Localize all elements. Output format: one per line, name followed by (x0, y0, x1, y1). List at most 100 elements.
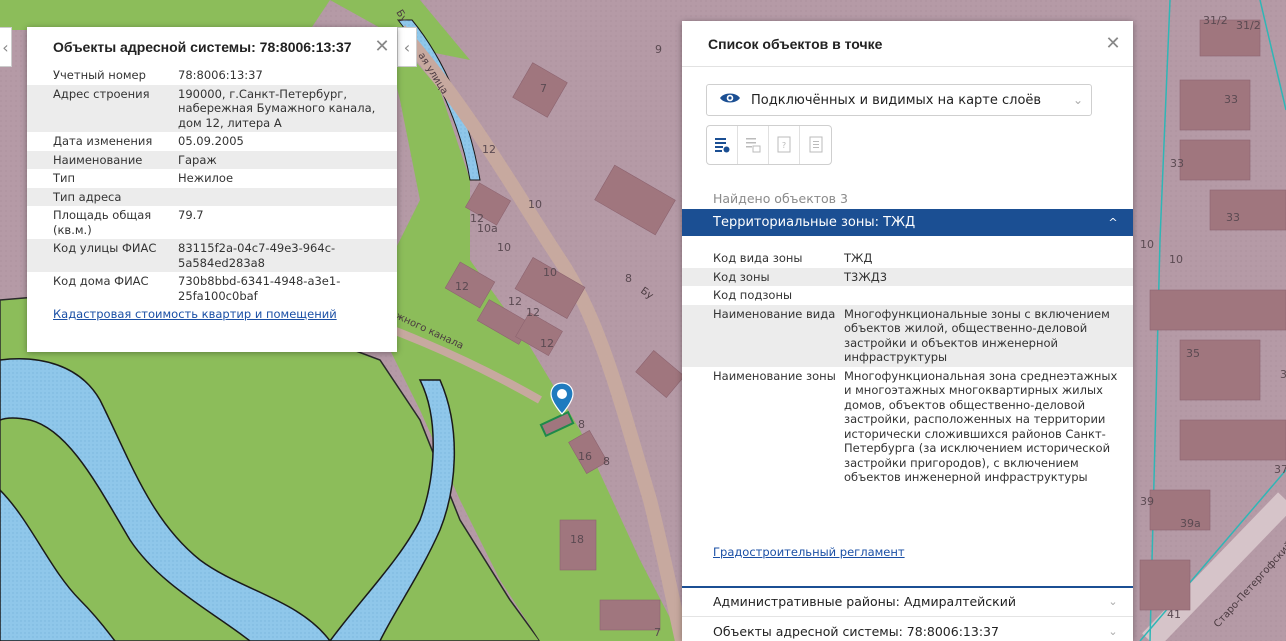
house-number-label: 39a (1180, 517, 1201, 530)
house-number-label: 10 (543, 266, 557, 279)
attribute-label: Тип (53, 171, 76, 185)
house-number-label: 3 (1280, 368, 1286, 381)
table-icon (746, 138, 761, 153)
attribute-value: Гараж (174, 150, 397, 169)
attribute-label: Дата изменения (53, 134, 153, 148)
info-view-button[interactable]: ? (769, 126, 800, 164)
attribute-value: Многофункциональная зона среднеэтажных и… (844, 368, 1118, 485)
attribute-label: Площадь общая (кв.м.) (53, 208, 152, 237)
attribute-value: Нежилое (178, 171, 234, 185)
chevron-down-icon: ⌄ (1108, 624, 1118, 638)
house-number-label: 10 (1140, 238, 1154, 251)
attribute-row: Адрес строения 190000, г.Санкт-Петербург,… (27, 84, 397, 132)
attribute-label: Тип адреса (27, 187, 174, 206)
list-pin-icon (715, 138, 730, 153)
attribute-value: 730b8bbd-6341-4948-a3e1-25fa100c0baf (178, 274, 341, 303)
view-mode-toolbar: ? (706, 125, 832, 165)
attribute-label: Наименование зоны (713, 368, 836, 383)
attribute-row: Дата изменения 05.09.2005 (27, 132, 397, 151)
eye-icon (719, 91, 741, 109)
close-icon[interactable]: ✕ (1093, 33, 1133, 54)
house-number-label: 39 (1140, 495, 1154, 508)
cadastral-cost-link[interactable]: Кадастровая стоимость квартир и помещени… (27, 305, 397, 321)
attribute-row: Наименование вида Многофункциональные зон… (682, 304, 1133, 367)
close-icon[interactable]: ✕ (367, 36, 397, 57)
house-number-label: 41 (1167, 608, 1181, 621)
house-number-label: 12 (540, 337, 554, 350)
attribute-label: Наименование (27, 150, 174, 169)
house-number-label: 12 (508, 295, 522, 308)
attribute-label: Код улицы ФИАС (27, 239, 174, 272)
attribute-row: Площадь общая (кв.м.) 79.7 (27, 206, 397, 239)
popup-header: Объекты адресной системы: 78:8006:13:37 … (27, 27, 397, 66)
house-number-label: 10a (477, 222, 498, 235)
svg-text:?: ? (782, 141, 786, 150)
house-number-label: 16 (578, 450, 592, 463)
list-view-button[interactable] (707, 126, 738, 164)
attribute-row: Код вида зоны ТЖД (682, 249, 1133, 268)
chevron-down-icon: ⌄ (1072, 93, 1084, 107)
house-number-label: 7 (654, 626, 661, 639)
attribute-value: ТЖД (844, 251, 873, 265)
attribute-value: 79.7 (178, 208, 204, 222)
house-number-label: 8 (625, 272, 632, 285)
house-number-label: 9 (655, 43, 662, 56)
attribute-value: 190000, г.Санкт-Петербург, набережная Бу… (174, 84, 397, 132)
attribute-row: Код зоны Т3ЖД3 (682, 267, 1133, 286)
attribute-row: Наименование зоны Многофункциональная зон… (682, 367, 1133, 487)
layer-scope-select[interactable]: Подключённых и видимых на карте слоёв ⌄ (706, 84, 1092, 116)
document-view-button[interactable] (800, 126, 831, 164)
address-objects-section[interactable]: Объекты адресной системы: 78:8006:13:37 … (682, 616, 1133, 641)
attribute-row: Учетный номер 78:8006:13:37 (27, 66, 397, 85)
attribute-value: Т3ЖД3 (840, 267, 1133, 286)
green-top (0, 0, 330, 30)
admin-districts-section[interactable]: Административные районы: Адмиралтейский … (682, 586, 1133, 615)
house-number-label: 31/2 (1236, 19, 1261, 32)
attribute-label: Код дома ФИАС (53, 274, 149, 288)
attribute-label: Учетный номер (53, 68, 146, 82)
house-number-label: 10 (528, 198, 542, 211)
address-attributes-table: Учетный номер 78:8006:13:37 Адрес строения… (27, 66, 397, 305)
house-number-label: 12 (526, 306, 540, 319)
attribute-row: Наименование Гараж (27, 150, 397, 169)
house-number-label: 8 (603, 455, 610, 468)
chevron-left-icon: ‹ (403, 37, 411, 57)
attribute-label: Код подзоны (713, 288, 793, 302)
attribute-label: Наименование вида (682, 304, 840, 367)
house-number-label: 33 (1170, 157, 1184, 170)
collapse-left-arrow[interactable]: ‹ (0, 27, 12, 67)
table-view-button[interactable] (738, 126, 769, 164)
attribute-row: Код улицы ФИАС 83115f2a-04c7-49e3-964c-5a… (27, 239, 397, 272)
house-number-label: 8 (578, 418, 585, 431)
house-number-label: 33 (1224, 93, 1238, 106)
house-number-label: 35 (1186, 347, 1200, 360)
house-number-label: 18 (570, 533, 584, 546)
address-object-popup: Объекты адресной системы: 78:8006:13:37 … (27, 27, 397, 352)
house-number-label: 33 (1226, 211, 1240, 224)
territorial-zones-section-header[interactable]: Территориальные зоны: ТЖД ^ (682, 209, 1133, 236)
map-pin-icon[interactable] (549, 382, 575, 416)
chevron-down-icon: ⌄ (1108, 595, 1118, 608)
zone-attributes-table: Код вида зоны ТЖД Код зоны Т3ЖД3 Код подзоны… (682, 249, 1133, 487)
house-number-label: 7 (540, 82, 547, 95)
house-number-label: 12 (482, 143, 496, 156)
house-number-label: 37 (1274, 463, 1286, 476)
house-number-label: 10 (1169, 253, 1183, 266)
objects-at-point-panel: Список объектов в точке ✕ Подключённых и… (682, 21, 1133, 641)
attribute-value: 83115f2a-04c7-49e3-964c-5a584ed283a8 (174, 239, 397, 272)
house-number-label: 31/2 (1203, 14, 1228, 27)
urban-regulation-link[interactable]: Градостроительный регламент (713, 545, 905, 559)
attribute-row: Код подзоны (682, 286, 1133, 305)
chevron-left-icon: ‹ (2, 37, 9, 57)
layer-scope-value: Подключённых и видимых на карте слоёв (751, 92, 1042, 108)
collapse-popup-arrow[interactable]: ‹ (397, 27, 417, 67)
attribute-label: Код зоны (682, 267, 840, 286)
panel-title: Список объектов в точке (708, 35, 883, 52)
house-number-label: 10 (497, 241, 511, 254)
panel-header: Список объектов в точке ✕ (682, 21, 1133, 67)
attribute-value: 78:8006:13:37 (178, 68, 263, 82)
section-title: Объекты адресной системы: 78:8006:13:37 (713, 623, 999, 639)
attribute-row: Тип адреса (27, 187, 397, 206)
house-number-label: 12 (455, 280, 469, 293)
attribute-row: Код дома ФИАС 730b8bbd-6341-4948-a3e1-25f… (27, 272, 397, 305)
